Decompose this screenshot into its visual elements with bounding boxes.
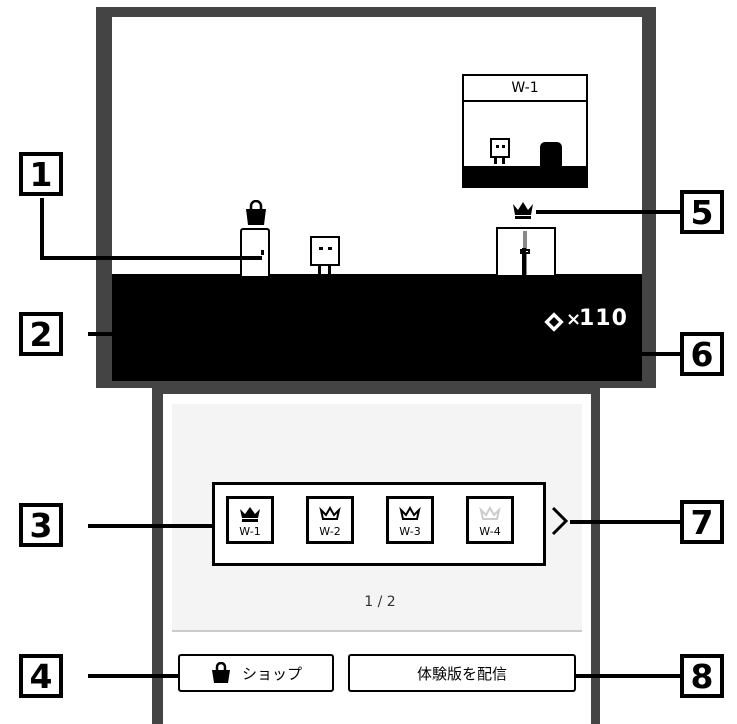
preview-block — [540, 142, 562, 166]
callout-5-line — [536, 210, 684, 214]
callout-3-line — [88, 524, 214, 528]
callout-number: 8 — [690, 656, 714, 696]
shop-bag-icon — [243, 199, 269, 230]
coin-count: 110 — [579, 306, 628, 331]
world-label: W-4 — [479, 525, 501, 538]
crown-outline-icon — [319, 506, 341, 520]
crown-faint-icon — [479, 506, 501, 520]
shop-button[interactable]: ショップ — [178, 654, 334, 692]
callout-6: 6 — [680, 332, 724, 376]
page-indicator: 1 / 2 — [364, 594, 396, 610]
callout-2-line-v — [522, 248, 526, 336]
callout-4: 4 — [19, 654, 63, 698]
callout-1-line-h — [40, 256, 262, 260]
callout-8-line — [574, 674, 684, 678]
shopping-bag-icon — [211, 662, 230, 683]
callout-6-line-h — [588, 352, 684, 356]
callout-1: 1 — [19, 152, 63, 196]
callout-number: 1 — [29, 154, 53, 194]
world-door[interactable] — [496, 227, 556, 275]
player-leg-left — [318, 266, 321, 274]
callout-7: 7 — [680, 500, 724, 544]
world-button-2[interactable]: W-2 — [306, 496, 354, 544]
callout-8: 8 — [680, 654, 724, 698]
world-label: W-1 — [239, 525, 261, 538]
callout-6-line-v — [588, 328, 592, 354]
player-character — [310, 236, 340, 266]
callout-7-line — [570, 520, 684, 524]
callout-1-line-v — [40, 198, 44, 258]
crown-icon — [511, 200, 535, 224]
callout-4-line — [88, 674, 180, 678]
callout-number: 2 — [29, 314, 53, 354]
preview-character — [490, 138, 510, 158]
crown-filled-icon — [240, 507, 260, 522]
shop-door[interactable] — [240, 228, 270, 276]
player-leg-right — [328, 266, 331, 274]
preview-ground — [464, 166, 586, 186]
callout-number: 4 — [29, 656, 53, 696]
callout-3: 3 — [19, 503, 63, 547]
callout-2: 2 — [19, 312, 63, 356]
send-demo-button-label: 体験版を配信 — [416, 664, 507, 683]
world-button-3[interactable]: W-3 — [386, 496, 434, 544]
world-preview: W-1 — [462, 74, 588, 188]
callout-number: 5 — [690, 192, 714, 232]
world-preview-title: W-1 — [464, 76, 586, 102]
callout-5: 5 — [680, 190, 724, 234]
callout-number: 6 — [690, 334, 714, 374]
send-demo-button[interactable]: 体験版を配信 — [348, 654, 576, 692]
crown-outline-icon — [399, 506, 421, 520]
shop-button-label: ショップ — [241, 664, 302, 683]
callout-number: 3 — [29, 505, 53, 545]
callout-number: 7 — [690, 502, 714, 542]
world-button-4[interactable]: W-4 — [466, 496, 514, 544]
coin-icon — [544, 312, 564, 336]
world-label: W-2 — [319, 525, 341, 538]
callout-2-line-h — [88, 332, 526, 336]
world-label: W-3 — [399, 525, 421, 538]
world-button-1[interactable]: W-1 — [226, 496, 274, 544]
chevron-right-icon[interactable] — [550, 506, 570, 540]
